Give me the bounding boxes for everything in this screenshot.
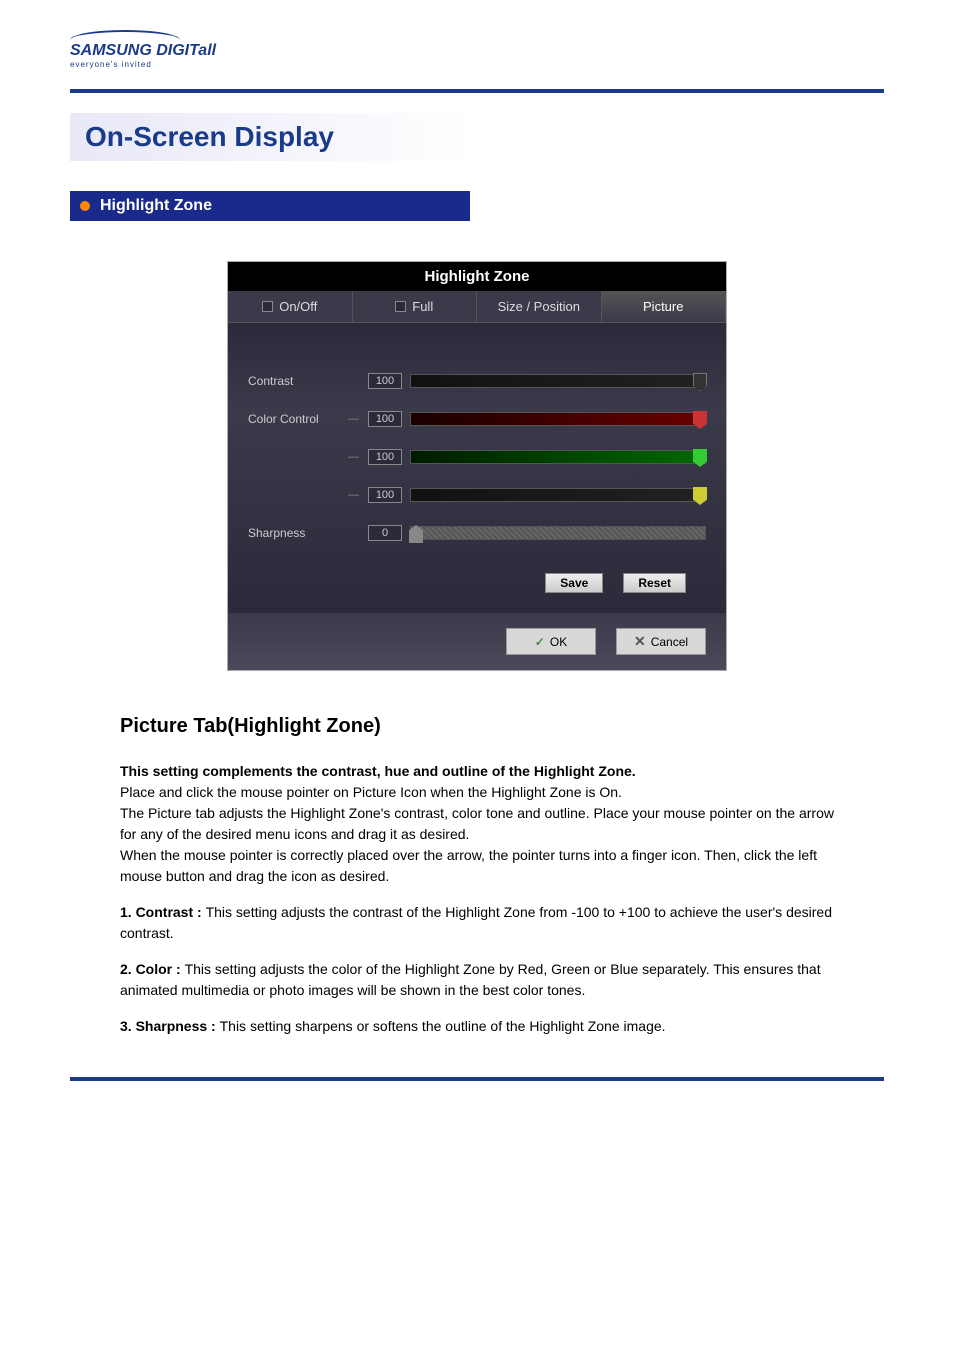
slider-row-contrast: Contrast 100 bbox=[248, 373, 706, 389]
item2-label: 2. Color : bbox=[120, 961, 185, 977]
save-reset-row: Save Reset bbox=[248, 563, 706, 593]
divider-top bbox=[70, 89, 884, 93]
contrast-value: 100 bbox=[368, 373, 402, 389]
dialog-title: Highlight Zone bbox=[228, 262, 726, 291]
contrast-slider[interactable] bbox=[410, 374, 706, 388]
color-blue-slider[interactable] bbox=[410, 488, 706, 502]
intro-line1: Place and click the mouse pointer on Pic… bbox=[120, 784, 622, 800]
slider-row-color-blue: — 100 bbox=[248, 487, 706, 503]
item3-text: This setting sharpens or softens the out… bbox=[220, 1018, 666, 1034]
item-contrast: 1. Contrast : This setting adjusts the c… bbox=[120, 902, 834, 944]
intro-bold: This setting complements the contrast, h… bbox=[120, 763, 636, 779]
x-icon: ✕ bbox=[634, 633, 646, 650]
dialog-screenshot: Highlight Zone On/Off Full Size / Positi… bbox=[227, 261, 727, 671]
slider-panel: Contrast 100 Color Control — 100 — 100 bbox=[228, 323, 726, 613]
tree-connector: — bbox=[348, 451, 368, 463]
divider-bottom bbox=[70, 1077, 884, 1081]
slider-thumb-icon[interactable] bbox=[693, 373, 707, 391]
brand-logo: SAMSUNG DIGITall everyone's invited bbox=[70, 30, 884, 69]
logo-sub-text: everyone's invited bbox=[70, 60, 884, 69]
item2-text: This setting adjusts the color of the Hi… bbox=[120, 961, 821, 998]
section-title: Highlight Zone bbox=[100, 197, 212, 215]
contrast-label: Contrast bbox=[248, 374, 348, 388]
page-title: On-Screen Display bbox=[70, 113, 470, 161]
color-red-slider[interactable] bbox=[410, 412, 706, 426]
logo-area: SAMSUNG DIGITall everyone's invited bbox=[0, 0, 954, 79]
slider-thumb-icon[interactable] bbox=[693, 487, 707, 505]
color-green-value: 100 bbox=[368, 449, 402, 465]
tab-full-label: Full bbox=[412, 299, 433, 314]
check-icon: ✓ bbox=[535, 635, 545, 649]
item3-prefix: 3 bbox=[120, 1018, 128, 1034]
tree-connector: — bbox=[348, 489, 368, 501]
cancel-button[interactable]: ✕ Cancel bbox=[616, 628, 706, 655]
sharpness-value: 0 bbox=[368, 525, 402, 541]
title-bar: On-Screen Display bbox=[70, 113, 884, 161]
tab-onoff-label: On/Off bbox=[279, 299, 317, 314]
logo-main-text: SAMSUNG DIGITall bbox=[70, 42, 884, 60]
slider-row-color-red: Color Control — 100 bbox=[248, 411, 706, 427]
item1-label: 1. Contrast : bbox=[120, 904, 206, 920]
tab-onoff[interactable]: On/Off bbox=[228, 291, 353, 322]
intro-line3: When the mouse pointer is correctly plac… bbox=[120, 847, 817, 884]
slider-row-color-green: — 100 bbox=[248, 449, 706, 465]
color-control-label: Color Control bbox=[248, 412, 348, 426]
color-blue-value: 100 bbox=[368, 487, 402, 503]
tabs-row: On/Off Full Size / Position Picture bbox=[228, 291, 726, 323]
content-heading: Picture Tab(Highlight Zone) bbox=[120, 711, 834, 741]
tab-full[interactable]: Full bbox=[353, 291, 478, 322]
reset-button[interactable]: Reset bbox=[623, 573, 686, 593]
slider-thumb-icon[interactable] bbox=[693, 411, 707, 429]
checkbox-icon[interactable] bbox=[395, 301, 406, 312]
save-button[interactable]: Save bbox=[545, 573, 603, 593]
sharpness-slider[interactable] bbox=[410, 526, 706, 540]
slider-row-sharpness: Sharpness 0 bbox=[248, 525, 706, 541]
item3-label: . Sharpness : bbox=[128, 1018, 220, 1034]
tab-size-position-label: Size / Position bbox=[498, 299, 580, 314]
color-red-value: 100 bbox=[368, 411, 402, 427]
tab-picture[interactable]: Picture bbox=[602, 291, 727, 322]
ok-cancel-row: ✓ OK ✕ Cancel bbox=[228, 613, 726, 670]
color-green-slider[interactable] bbox=[410, 450, 706, 464]
sharpness-label: Sharpness bbox=[248, 526, 348, 540]
intro-line2: The Picture tab adjusts the Highlight Zo… bbox=[120, 805, 834, 842]
tab-picture-label: Picture bbox=[643, 299, 683, 314]
section-header: Highlight Zone bbox=[70, 191, 470, 221]
cancel-label: Cancel bbox=[651, 635, 688, 649]
content-body: Picture Tab(Highlight Zone) This setting… bbox=[120, 711, 834, 1037]
tree-connector: — bbox=[348, 413, 368, 425]
ok-label: OK bbox=[550, 635, 567, 649]
tab-size-position[interactable]: Size / Position bbox=[477, 291, 602, 322]
bullet-icon bbox=[80, 201, 90, 211]
item-sharpness: 3. Sharpness : This setting sharpens or … bbox=[120, 1016, 834, 1037]
item1-text: This setting adjusts the contrast of the… bbox=[120, 904, 832, 941]
item-color: 2. Color : This setting adjusts the colo… bbox=[120, 959, 834, 1001]
slider-thumb-icon[interactable] bbox=[409, 525, 423, 543]
checkbox-icon[interactable] bbox=[262, 301, 273, 312]
ok-button[interactable]: ✓ OK bbox=[506, 628, 596, 655]
slider-thumb-icon[interactable] bbox=[693, 449, 707, 467]
